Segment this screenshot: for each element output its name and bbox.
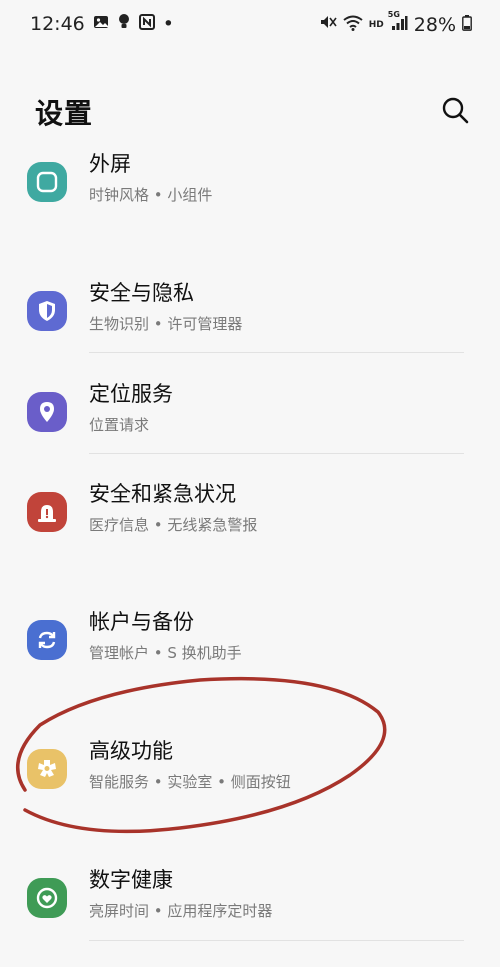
digital-wellbeing-icon [27,878,67,918]
hd-voice-label: HD [368,19,384,30]
settings-item-label: 安全和紧急状况 [89,482,236,506]
status-bar: 12:46 • HD 5G 28% [0,0,500,52]
settings-item-subtitle: 医疗信息 • 无线紧急警报 [89,516,258,534]
settings-item-subtitle: 智能服务 • 实验室 • 侧面按钮 [89,773,291,791]
more-notifications-dot: • [162,13,174,35]
settings-item-accounts-backup[interactable]: 帐户与备份 管理帐户 • S 换机助手 [0,606,500,686]
settings-item-subtitle: 时钟风格 • 小组件 [89,186,213,204]
sync-icon [27,620,67,660]
nfc-icon [138,13,155,35]
network-5g-label: 5G [387,9,400,19]
settings-item-subtitle: 位置请求 [89,416,150,434]
status-bar-left: 12:46 • [30,13,174,35]
settings-item-label: 帐户与备份 [89,610,194,634]
settings-item-cover-screen[interactable]: 外屏 时钟风格 • 小组件 [0,148,500,228]
divider [89,453,464,454]
mute-vibrate-icon [319,13,337,36]
header: 设置 [0,88,500,138]
settings-item-label: 高级功能 [89,739,173,763]
settings-item-label: 外屏 [89,152,131,176]
page-title: 设置 [35,97,94,130]
search-button[interactable] [441,96,471,126]
status-time: 12:46 [30,13,85,35]
battery-percent: 28% [413,13,456,36]
battery-icon [462,14,472,36]
bulb-notification-icon [117,13,131,35]
settings-item-location[interactable]: 定位服务 位置请求 [0,378,500,458]
divider [89,352,464,353]
divider [89,940,464,941]
advanced-features-icon [27,749,67,789]
wifi-icon [343,14,363,36]
status-bar-right: HD 5G 28% [319,10,472,36]
settings-item-safety-emergency[interactable]: 安全和紧急状况 医疗信息 • 无线紧急警报 [0,478,500,558]
settings-item-subtitle: 管理帐户 • S 换机助手 [89,644,242,662]
shield-icon [27,291,67,331]
cover-screen-icon [27,162,67,202]
emergency-alert-icon [27,492,67,532]
settings-item-subtitle: 亮屏时间 • 应用程序定时器 [89,902,273,920]
location-pin-icon [27,392,67,432]
image-notification-icon [93,13,109,35]
settings-item-advanced-features[interactable]: 高级功能 智能服务 • 实验室 • 侧面按钮 [0,735,500,815]
search-icon [442,97,469,124]
settings-item-label: 安全与隐私 [89,281,194,305]
signal-5g-icon: 5G [388,10,408,36]
settings-item-subtitle: 生物识别 • 许可管理器 [89,315,243,333]
settings-item-label: 定位服务 [89,382,173,406]
settings-item-label: 数字健康 [89,868,173,892]
settings-item-digital-wellbeing[interactable]: 数字健康 亮屏时间 • 应用程序定时器 [0,864,500,944]
settings-item-security-privacy[interactable]: 安全与隐私 生物识别 • 许可管理器 [0,277,500,357]
